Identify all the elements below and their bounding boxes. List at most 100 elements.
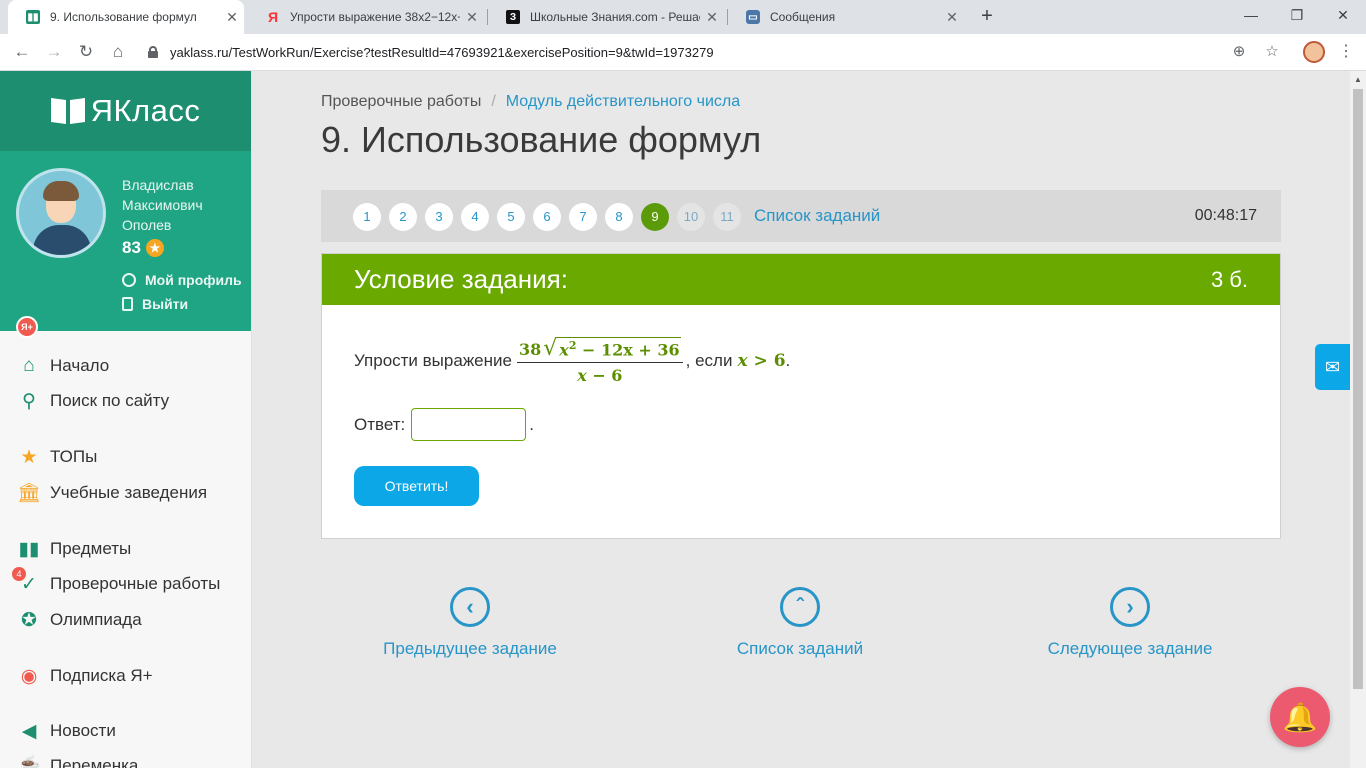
window-close-button[interactable]: ✕: [1320, 0, 1366, 30]
sidebar-item-search[interactable]: ⚲ Поиск по сайту: [0, 386, 252, 416]
condition-variable: x: [737, 351, 748, 372]
sidebar-item-tops[interactable]: ★ ТОПы: [0, 442, 252, 472]
my-profile-link[interactable]: Мой профиль: [122, 272, 242, 288]
avatar[interactable]: [16, 168, 106, 258]
breadcrumb-root[interactable]: Проверочные работы: [321, 93, 481, 110]
question-number-3[interactable]: 3: [425, 203, 453, 231]
tab-yandex[interactable]: Я Упрости выражение 38x2−12x+ ✕: [248, 0, 484, 34]
sidebar-item-break[interactable]: ☕ Переменка: [0, 751, 252, 768]
page-title: 9. Использование формул: [321, 119, 762, 160]
logo-text: ЯКласс: [90, 93, 201, 128]
sidebar-item-schools[interactable]: 🏛 Учебные заведения: [0, 478, 252, 508]
browser-toolbar: ← → ↻ ⌂ yaklass.ru/TestWorkRun/Exercise?…: [0, 34, 1366, 71]
question-number-8[interactable]: 8: [605, 203, 633, 231]
question-number-10[interactable]: 10: [677, 203, 705, 231]
question-number-7[interactable]: 7: [569, 203, 597, 231]
radicand-variable: x: [559, 340, 569, 360]
prev-task-label: Предыдущее задание: [383, 639, 557, 658]
question-number-1[interactable]: 1: [353, 203, 381, 231]
forward-icon[interactable]: →: [42, 40, 66, 64]
denominator-variable: x: [577, 366, 587, 386]
question-prompt: Упрости выражение: [354, 351, 512, 371]
tab-title: Школьные Знания.com - Решае: [530, 10, 700, 24]
book-icon: [51, 99, 85, 123]
scrollbar-thumb[interactable]: [1353, 89, 1363, 689]
logout-link[interactable]: Выйти: [122, 296, 188, 312]
new-tab-button[interactable]: +: [976, 5, 998, 27]
school-icon: 🏛: [16, 483, 42, 504]
user-points: 83 ★: [122, 238, 164, 258]
menu-icon[interactable]: ⋮: [1336, 41, 1356, 63]
breadcrumb-separator: /: [491, 93, 496, 110]
yaklass-icon: ▮▮: [26, 10, 40, 24]
close-icon[interactable]: ✕: [460, 9, 484, 26]
answer-label: Ответ:: [354, 414, 406, 434]
page-scrollbar[interactable]: ▲: [1350, 71, 1366, 768]
question-number-2[interactable]: 2: [389, 203, 417, 231]
main-content: Проверочные работы / Модуль действительног…: [253, 71, 1350, 768]
reload-icon[interactable]: ↻: [74, 40, 98, 64]
profile-avatar[interactable]: [1303, 41, 1325, 63]
points-value: 83: [122, 238, 141, 257]
sidebar-item-label: Подписка Я+: [50, 666, 153, 685]
minimize-button[interactable]: —: [1228, 0, 1274, 30]
answer-suffix: .: [529, 414, 534, 434]
sidebar-item-subscription[interactable]: ◉ Подписка Я+: [0, 661, 252, 691]
add-icon[interactable]: ⊕: [1229, 42, 1249, 62]
next-task-link[interactable]: › Следующее задание: [1020, 587, 1240, 659]
prev-task-link[interactable]: ‹ Предыдущее задание: [360, 587, 580, 659]
avatar-hair: [43, 181, 79, 201]
logo[interactable]: ЯКласс: [51, 93, 201, 129]
sidebar-item-label: Учебные заведения: [50, 483, 208, 502]
sidebar-item-tests[interactable]: ✓ 4 Проверочные работы: [0, 567, 252, 599]
breadcrumb: Проверочные работы / Модуль действительног…: [321, 93, 740, 111]
sidebar-item-subjects[interactable]: ▮▮ Предметы: [0, 534, 252, 564]
tests-count-badge: 4: [12, 567, 26, 581]
condition-prefix: , если: [685, 351, 733, 371]
tab-messages[interactable]: ▭ Сообщения ✕: [728, 0, 964, 34]
answer-input[interactable]: [411, 408, 527, 441]
task-card: Условие задания: 3 б. Упрости выражение …: [321, 253, 1281, 539]
sidebar-item-home[interactable]: ⌂ Начало: [0, 351, 252, 381]
tab-yaklass[interactable]: ▮▮ 9. Использование формул ✕: [8, 0, 244, 34]
bookmark-star-icon[interactable]: ☆: [1262, 42, 1282, 62]
close-icon[interactable]: ✕: [940, 9, 964, 26]
task-header: Условие задания: 3 б.: [322, 254, 1280, 305]
sidebar-item-label: Новости: [50, 721, 116, 740]
medal-icon: ✪: [21, 609, 37, 631]
chevron-right-icon: ›: [1110, 587, 1150, 627]
notifications-button[interactable]: 🔔: [1270, 687, 1330, 747]
close-icon[interactable]: ✕: [220, 9, 244, 26]
tab-znanija[interactable]: З Школьные Знания.com - Решае ✕: [488, 0, 724, 34]
math-fraction: 38 √ x2 − 12x + 36 x − 6: [516, 337, 683, 386]
submit-answer-button[interactable]: Ответить!: [354, 466, 479, 506]
question-number-11[interactable]: 11: [713, 203, 741, 231]
feedback-mail-button[interactable]: ✉: [1315, 344, 1350, 390]
home-icon: ⌂: [23, 355, 35, 376]
question-number-5[interactable]: 5: [497, 203, 525, 231]
avatar-body: [33, 225, 91, 255]
restore-button[interactable]: ❐: [1274, 0, 1320, 30]
question-number-4[interactable]: 4: [461, 203, 489, 231]
sidebar-item-olympiad[interactable]: ✪ Олимпиада: [0, 605, 252, 635]
home-icon[interactable]: ⌂: [106, 40, 130, 64]
question-number-6[interactable]: 6: [533, 203, 561, 231]
breadcrumb-module-link[interactable]: Модуль действительного числа: [506, 93, 740, 110]
task-list-link[interactable]: Список заданий: [754, 206, 880, 226]
question-text: Упрости выражение 38 √ x2 − 12x + 36 x −…: [354, 337, 790, 385]
address-bar[interactable]: yaklass.ru/TestWorkRun/Exercise?testResu…: [140, 38, 1288, 66]
megaphone-icon: ◀: [21, 720, 37, 742]
user-name-line: Владислав: [122, 177, 194, 193]
star-icon: ★: [20, 446, 38, 468]
scroll-up-icon[interactable]: ▲: [1354, 75, 1362, 84]
task-list-bottom-link[interactable]: ˆ Список заданий: [690, 587, 910, 659]
back-icon[interactable]: ←: [10, 40, 34, 64]
user-name-line: Максимович: [122, 197, 203, 213]
condition-suffix: .: [785, 351, 791, 371]
question-number-9[interactable]: 9: [641, 203, 669, 231]
sidebar-item-news[interactable]: ◀ Новости: [0, 716, 252, 746]
messages-icon: ▭: [746, 10, 760, 24]
close-icon[interactable]: ✕: [700, 9, 724, 26]
radicand: x2 − 12x + 36: [557, 337, 681, 360]
logo-bar: ЯКласс: [0, 71, 251, 151]
